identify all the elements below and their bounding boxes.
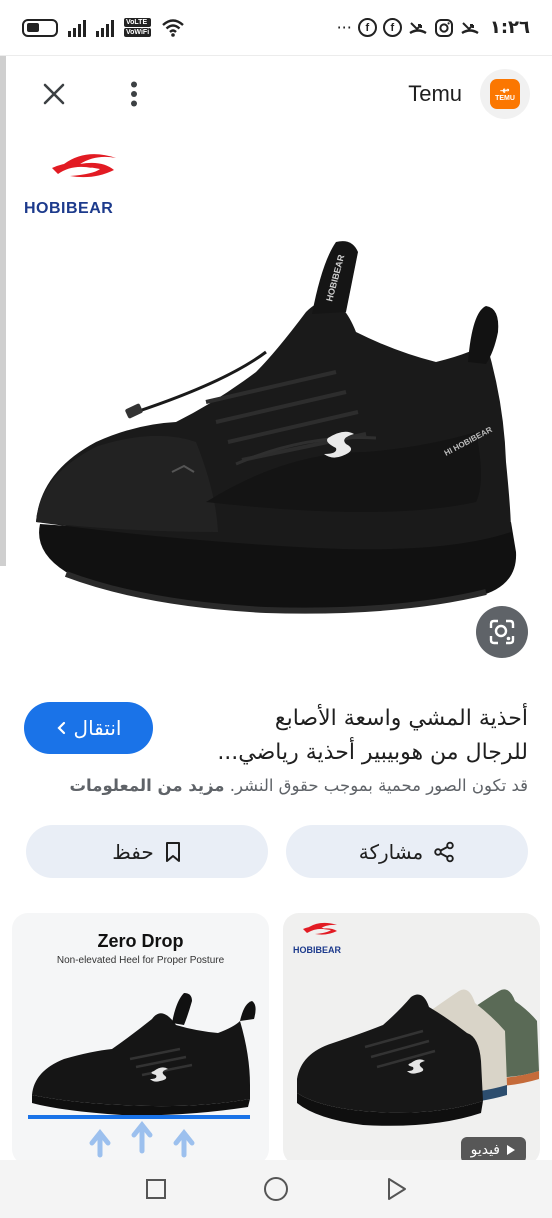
- recents-button[interactable]: [142, 1175, 170, 1203]
- hobibear-swoosh-icon: [303, 922, 337, 935]
- system-nav-bar: [0, 1160, 552, 1218]
- clock: ١:٢٦: [489, 17, 530, 38]
- circle-icon: [264, 1177, 288, 1201]
- temu-logo-text: TEMU: [495, 95, 515, 102]
- source-name: Temu: [408, 81, 462, 106]
- visit-button[interactable]: انتقال: [24, 702, 153, 754]
- related-card-title: Zero Drop: [97, 931, 184, 951]
- facebook-icon: f: [357, 18, 377, 37]
- volte-badge: VoLTE VoWiFi: [124, 18, 152, 37]
- related-image-card[interactable]: HOBIBEAR فيديو: [283, 913, 540, 1165]
- viewer-top-bar: Temu مهـ TEMU: [0, 56, 552, 132]
- status-left: VoLTE VoWiFi: [22, 18, 185, 38]
- bookmark-icon: [165, 841, 180, 862]
- signal-sim2-icon: [96, 19, 114, 37]
- share-icon: [434, 841, 455, 862]
- triangle-back-icon: [388, 1178, 406, 1200]
- hobibear-swoosh-icon: [52, 154, 116, 178]
- back-button[interactable]: [382, 1175, 410, 1203]
- video-label: فيديو: [470, 1142, 500, 1158]
- share-label: مشاركة: [358, 839, 424, 864]
- temu-logo-arabic: مهـ: [500, 86, 510, 93]
- instagram-icon: [434, 18, 453, 37]
- volte-label: VoLTE: [124, 18, 152, 27]
- save-label: حفظ: [112, 839, 154, 864]
- copyright-notice: قد تكون الصور محمية بموجب حقوق النشر. مز…: [24, 776, 528, 795]
- battery-icon: [22, 18, 58, 37]
- main-product-image[interactable]: HOBIBEAR HOBIBEAR HI HOBIBEAR: [6, 132, 552, 672]
- missed-call-icon: [461, 21, 479, 34]
- square-icon: [146, 1179, 166, 1199]
- title-line-1: أحذية المشي واسعة الأصابع: [274, 706, 528, 731]
- source-site[interactable]: Temu مهـ TEMU: [408, 69, 530, 119]
- related-image-card[interactable]: Zero Drop Non-elevated Heel for Proper P…: [12, 913, 269, 1165]
- google-lens-button[interactable]: [476, 606, 528, 658]
- related-brand-logo: HOBIBEAR: [293, 921, 353, 955]
- wifi-icon: [162, 18, 184, 37]
- save-button[interactable]: حفظ: [26, 825, 268, 878]
- missed-call-icon: [409, 21, 427, 34]
- home-button[interactable]: [262, 1175, 290, 1203]
- status-right: ··· f f ١:٢٦: [337, 17, 530, 38]
- shoe-image: HOBIBEAR HI HOBIBEAR: [36, 241, 517, 614]
- notification-overflow: ···: [336, 18, 352, 37]
- facebook-icon: f: [382, 18, 402, 37]
- more-info-link[interactable]: مزيد من المعلومات: [69, 776, 224, 795]
- status-bar: VoLTE VoWiFi ··· f f ١:٢٦: [0, 0, 552, 56]
- close-icon: [43, 83, 65, 105]
- temu-logo-badge: مهـ TEMU: [490, 79, 520, 109]
- share-button[interactable]: مشاركة: [286, 825, 528, 878]
- chevron-left-icon: [56, 721, 65, 735]
- close-button[interactable]: [38, 78, 70, 110]
- title-line-2: للرجال من هوبيبير أحذية رياضي...: [217, 740, 528, 765]
- shoe-trio-thumbnail: [297, 989, 539, 1126]
- visit-label: انتقال: [73, 716, 122, 740]
- more-options-button[interactable]: [118, 78, 150, 110]
- more-vert-icon: [131, 81, 137, 107]
- shoe-thumbnail: [28, 993, 256, 1158]
- related-brand-text: HOBIBEAR: [293, 945, 342, 955]
- copyright-text: قد تكون الصور محمية بموجب حقوق النشر.: [229, 776, 528, 795]
- temu-logo: مهـ TEMU: [480, 69, 530, 119]
- vowifi-label: VoWiFi: [124, 28, 152, 37]
- lens-icon: [489, 619, 515, 645]
- play-icon: [507, 1145, 515, 1155]
- related-card-subtitle: Non-elevated Heel for Proper Posture: [56, 955, 225, 966]
- page-title[interactable]: أحذية المشي واسعة الأصابع للرجال من هوبي…: [168, 702, 528, 770]
- signal-icon: [68, 19, 86, 37]
